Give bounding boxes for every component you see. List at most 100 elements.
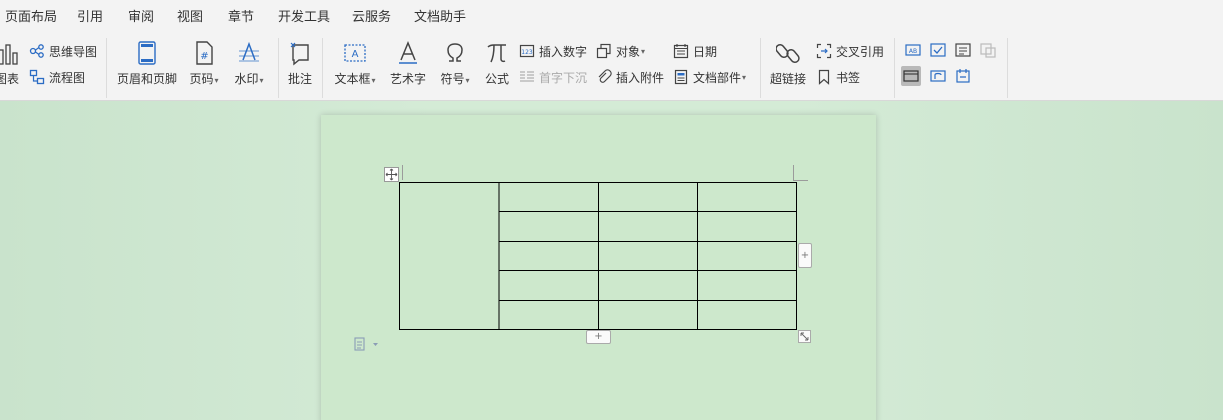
formula-button[interactable]: 公式	[482, 38, 512, 92]
comment-button[interactable]: 批注	[285, 38, 315, 92]
omega-icon	[447, 43, 463, 62]
object-icon	[596, 43, 611, 59]
toolbar-separator	[322, 38, 323, 98]
document-workspace[interactable]: + +	[0, 101, 1223, 420]
chevron-down-icon: ▾	[259, 76, 264, 85]
doc-parts-label: 文档部件	[693, 70, 742, 85]
add-column-button[interactable]: +	[798, 243, 812, 268]
menu-page-layout[interactable]: 页面布局	[5, 6, 57, 25]
menu-bar: 页面布局 引用 审阅 视图 章节 开发工具 云服务 文档助手	[0, 0, 1223, 28]
toolbar-separator	[106, 38, 107, 98]
chart-button[interactable]: 图表	[0, 38, 22, 92]
content-control-richtext-icon[interactable]: AB	[903, 40, 923, 60]
hyperlink-button[interactable]: 超链接	[767, 38, 809, 92]
content-control-date-icon[interactable]	[953, 66, 973, 86]
bookmark-label: 书签	[836, 70, 861, 85]
comment-label: 批注	[287, 72, 312, 86]
flowchart-button[interactable]: 流程图	[29, 67, 85, 87]
cross-reference-icon	[816, 43, 832, 59]
document-table[interactable]	[399, 182, 798, 331]
toolbar-separator	[1007, 38, 1008, 98]
chevron-down-icon: ▾	[371, 76, 376, 85]
calendar-icon	[673, 44, 689, 59]
header-footer-button[interactable]: 页眉和页脚	[115, 38, 179, 92]
menu-references[interactable]: 引用	[77, 6, 103, 25]
move-icon	[385, 168, 398, 181]
watermark-button[interactable]: 水印▾	[230, 38, 268, 92]
content-control-picture-icon[interactable]	[978, 40, 998, 60]
header-footer-icon	[138, 41, 156, 65]
chevron-down-icon: ▾	[465, 76, 470, 85]
chart-icon	[0, 44, 18, 65]
content-control-checkbox-icon[interactable]	[928, 40, 948, 60]
table-resize-handle[interactable]	[798, 330, 811, 343]
chevron-down-icon: ▾	[641, 46, 646, 56]
document-page[interactable]: + +	[321, 115, 876, 420]
symbol-label: 符号	[440, 72, 465, 86]
flowchart-label: 流程图	[49, 70, 86, 85]
drop-cap-button[interactable]: 首字下沉	[519, 67, 587, 87]
date-button[interactable]: 日期	[673, 41, 717, 61]
cross-reference-label: 交叉引用	[836, 44, 885, 59]
content-control-dropdown-icon[interactable]	[928, 66, 948, 86]
menu-doc-assistant[interactable]: 文档助手	[414, 6, 466, 25]
insert-attachment-button[interactable]: 插入附件	[596, 67, 664, 87]
drop-cap-label: 首字下沉	[539, 70, 588, 85]
content-control-text-icon[interactable]	[953, 40, 973, 60]
svg-text:AB: AB	[909, 48, 917, 55]
watermark-label: 水印	[234, 72, 259, 86]
toolbar-separator	[894, 38, 895, 98]
chevron-down-icon: ▾	[214, 76, 219, 85]
table-move-handle[interactable]	[384, 167, 399, 182]
page-number-button[interactable]: # 页码▾	[186, 38, 222, 92]
resize-icon	[800, 332, 809, 341]
pi-icon	[487, 44, 506, 63]
object-label: 对象	[616, 44, 641, 59]
header-footer-label: 页眉和页脚	[116, 72, 177, 86]
svg-text:#: #	[200, 51, 208, 62]
crop-mark	[793, 165, 808, 181]
insert-number-label: 插入数字	[539, 44, 588, 59]
paste-options-button[interactable]	[353, 336, 381, 352]
flowchart-icon	[29, 69, 45, 85]
menu-section[interactable]: 章节	[228, 6, 254, 25]
link-icon	[776, 43, 800, 64]
number-icon: 123	[519, 44, 535, 58]
paperclip-icon	[598, 69, 612, 83]
wordart-button[interactable]: 艺术字	[388, 38, 428, 92]
wordart-icon	[399, 41, 417, 64]
insert-attachment-label: 插入附件	[616, 70, 665, 85]
menu-developer-tools[interactable]: 开发工具	[278, 6, 330, 25]
ribbon-toolbar: 图表 思维导图 流程图 页眉和页脚 # 页码▾ 水印▾ 批注 A 文本框▾ 艺术…	[0, 28, 1223, 101]
svg-text:A: A	[352, 49, 359, 60]
paste-options-icon	[354, 337, 378, 351]
page-number-icon: #	[196, 41, 213, 65]
insert-number-button[interactable]: 123 插入数字	[519, 41, 587, 61]
content-control-combo-icon[interactable]	[901, 66, 921, 86]
comment-icon	[290, 42, 309, 66]
menu-view[interactable]: 视图	[177, 6, 203, 25]
wordart-label: 艺术字	[389, 72, 426, 86]
bookmark-button[interactable]: 书签	[816, 67, 860, 87]
textbox-label: 文本框	[334, 72, 371, 86]
menu-review[interactable]: 审阅	[128, 6, 154, 25]
date-label: 日期	[693, 44, 718, 59]
bookmark-icon	[818, 69, 830, 85]
mindmap-button[interactable]: 思维导图	[29, 41, 97, 61]
svg-text:123: 123	[521, 49, 533, 56]
toolbar-separator	[278, 38, 279, 98]
hyperlink-label: 超链接	[769, 72, 806, 86]
menu-cloud-services[interactable]: 云服务	[352, 6, 391, 25]
watermark-icon	[239, 41, 259, 62]
cross-reference-button[interactable]: 交叉引用	[816, 41, 884, 61]
drop-cap-icon	[520, 71, 534, 82]
mindmap-label: 思维导图	[49, 44, 98, 59]
formula-label: 公式	[484, 72, 509, 86]
symbol-button[interactable]: 符号▾	[436, 38, 474, 92]
add-row-button[interactable]: +	[586, 330, 611, 344]
doc-parts-button[interactable]: 文档部件 ▾	[673, 67, 746, 87]
textbox-button[interactable]: A 文本框▾	[331, 38, 379, 92]
crop-mark	[402, 165, 403, 180]
chevron-down-icon: ▾	[742, 72, 747, 82]
object-button[interactable]: 对象 ▾	[596, 41, 645, 61]
